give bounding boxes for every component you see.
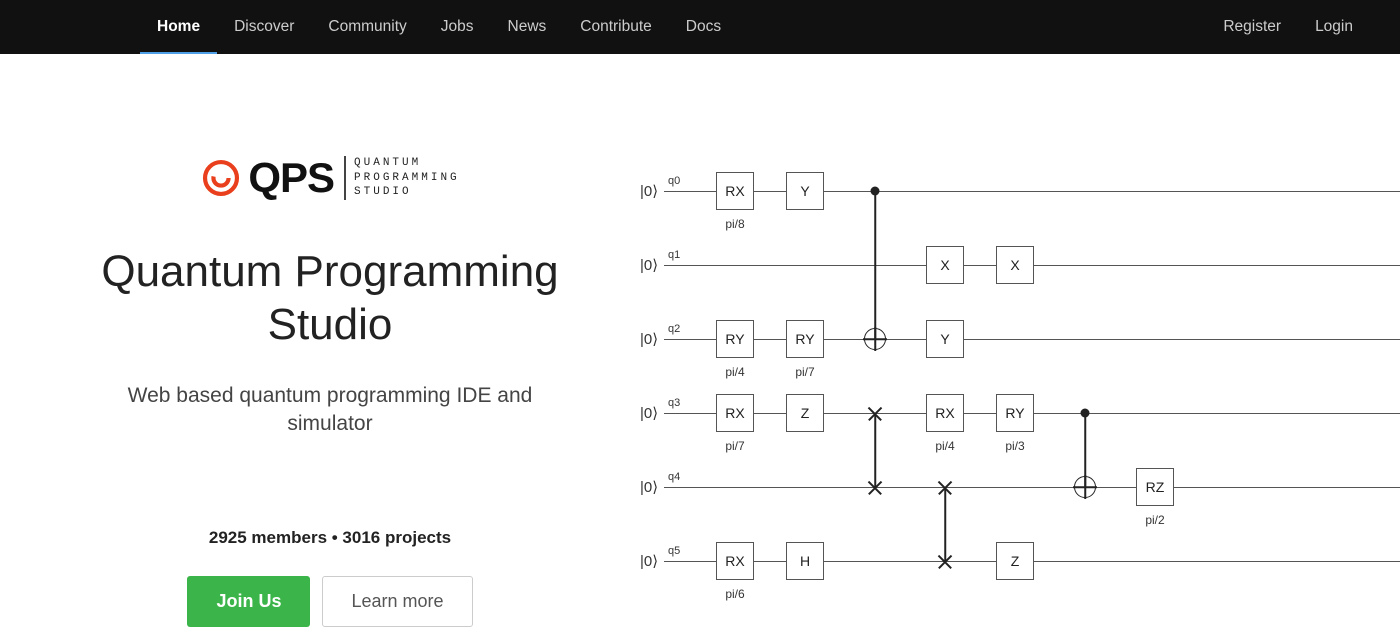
gate-rx[interactable]: RX	[926, 394, 964, 432]
gate-y[interactable]: Y	[926, 320, 964, 358]
logo-abbr: QPS	[248, 154, 334, 202]
logo-tag-1: QUANTUM	[354, 156, 460, 171]
ket-label: |0⟩	[640, 478, 658, 496]
qps-swirl-icon	[200, 157, 242, 199]
logo-tagline: QUANTUM PROGRAMMING STUDIO	[344, 156, 460, 201]
ket-label: |0⟩	[640, 256, 658, 274]
swap-line	[874, 413, 876, 487]
cnot-line	[874, 191, 876, 339]
join-us-button[interactable]: Join Us	[187, 576, 310, 627]
ket-label: |0⟩	[640, 404, 658, 422]
gate-rx[interactable]: RX	[716, 394, 754, 432]
wire-name: q0	[668, 175, 680, 187]
gate-rx[interactable]: RX	[716, 542, 754, 580]
nav-item-jobs[interactable]: Jobs	[424, 1, 491, 53]
nav-item-home[interactable]: Home	[140, 1, 217, 53]
nav-item-login[interactable]: Login	[1298, 1, 1370, 53]
nav-item-contribute[interactable]: Contribute	[563, 1, 669, 53]
wire-q0: |0⟩q0RXpi/8Y	[640, 154, 1340, 228]
cnot-line	[1084, 413, 1086, 487]
nav-item-community[interactable]: Community	[311, 1, 423, 53]
wire-q1: |0⟩ q1 XX	[640, 228, 1340, 302]
navbar: HomeDiscoverCommunityJobsNewsContributeD…	[0, 0, 1400, 54]
gate-rx[interactable]: RX	[716, 172, 754, 210]
wire-q4: |0⟩q4RZpi/2	[640, 450, 1340, 524]
gate-param: pi/6	[725, 587, 744, 601]
nav-item-register[interactable]: Register	[1206, 1, 1298, 53]
nav-item-discover[interactable]: Discover	[217, 1, 311, 53]
gate-ry[interactable]: RY	[786, 320, 824, 358]
wire-q5: |0⟩ q5 RX pi/6 H Z	[640, 524, 1340, 598]
ket-label: |0⟩	[640, 182, 658, 200]
learn-more-button[interactable]: Learn more	[322, 576, 472, 627]
nav-left: HomeDiscoverCommunityJobsNewsContributeD…	[140, 1, 738, 53]
logo-tag-2: PROGRAMMING	[354, 171, 460, 186]
wire-q3: |0⟩q3RXpi/7ZRXpi/4RYpi/3	[640, 376, 1340, 450]
quantum-circuit: |0⟩q0RXpi/8Y|0⟩q1XX|0⟩q2RYpi/4RYpi/7Y|0⟩…	[640, 154, 1340, 627]
wire-line	[664, 339, 1400, 340]
wire-name: q4	[668, 471, 680, 483]
nav-item-docs[interactable]: Docs	[669, 1, 738, 53]
stats-line: 2925 members • 3016 projects	[60, 528, 600, 548]
wire-line	[664, 487, 1400, 488]
wire-q2: |0⟩q2RYpi/4RYpi/7Y	[640, 302, 1340, 376]
wire-name: q3	[668, 397, 680, 409]
wire-line	[664, 191, 1400, 192]
gate-rz[interactable]: RZ	[1136, 468, 1174, 506]
swap-line	[944, 487, 946, 561]
hero-subtitle: Web based quantum programming IDE and si…	[60, 382, 600, 439]
gate-ry[interactable]: RY	[716, 320, 754, 358]
nav-right: RegisterLogin	[1206, 1, 1370, 53]
ket-label: |0⟩	[640, 552, 658, 570]
wire-name: q1	[668, 249, 680, 261]
logo: QPS QUANTUM PROGRAMMING STUDIO	[200, 154, 459, 202]
gate-x[interactable]: X	[926, 246, 964, 284]
gate-ry[interactable]: RY	[996, 394, 1034, 432]
wire-name: q2	[668, 323, 680, 335]
ket-label: |0⟩	[640, 330, 658, 348]
gate-y[interactable]: Y	[786, 172, 824, 210]
nav-item-news[interactable]: News	[491, 1, 564, 53]
hero-title: Quantum Programming Studio	[60, 246, 600, 352]
gate-x[interactable]: X	[996, 246, 1034, 284]
logo-tag-3: STUDIO	[354, 185, 460, 200]
gate-z[interactable]: Z	[786, 394, 824, 432]
wire-name: q5	[668, 545, 680, 557]
gate-z[interactable]: Z	[996, 542, 1034, 580]
gate-h[interactable]: H	[786, 542, 824, 580]
